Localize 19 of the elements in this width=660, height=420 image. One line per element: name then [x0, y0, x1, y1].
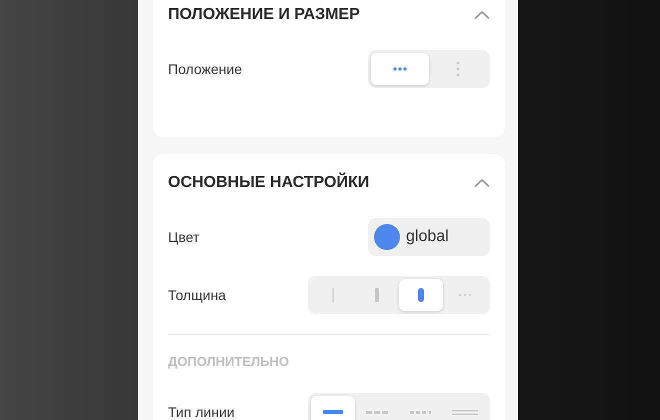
field-label: Толщина	[168, 286, 226, 305]
field-label: Тип линии	[168, 402, 235, 420]
color-picker[interactable]: global	[368, 218, 490, 256]
segment-option[interactable]	[399, 279, 443, 311]
vertical-dots-icon	[456, 61, 460, 77]
dashed-line-icon	[366, 410, 388, 414]
collapse-icon[interactable]	[474, 10, 490, 20]
subsection-title: ДОПОЛНИТЕЛЬНО	[168, 353, 289, 372]
thin-line-icon	[332, 288, 334, 302]
segment-option[interactable]	[311, 396, 355, 420]
section-title: ОСНОВНЫЕ НАСТРОЙКИ	[168, 172, 370, 193]
field-label: Положение	[168, 60, 242, 78]
more-icon	[458, 293, 472, 297]
color-value: global	[406, 227, 449, 247]
collapse-icon[interactable]	[474, 178, 490, 188]
dotted-line-icon	[410, 410, 432, 414]
section-title: ПОЛОЖЕНИЕ И РАЗМЕР	[168, 5, 360, 25]
double-line-icon	[452, 410, 478, 414]
field-label: Цвет	[168, 228, 200, 247]
